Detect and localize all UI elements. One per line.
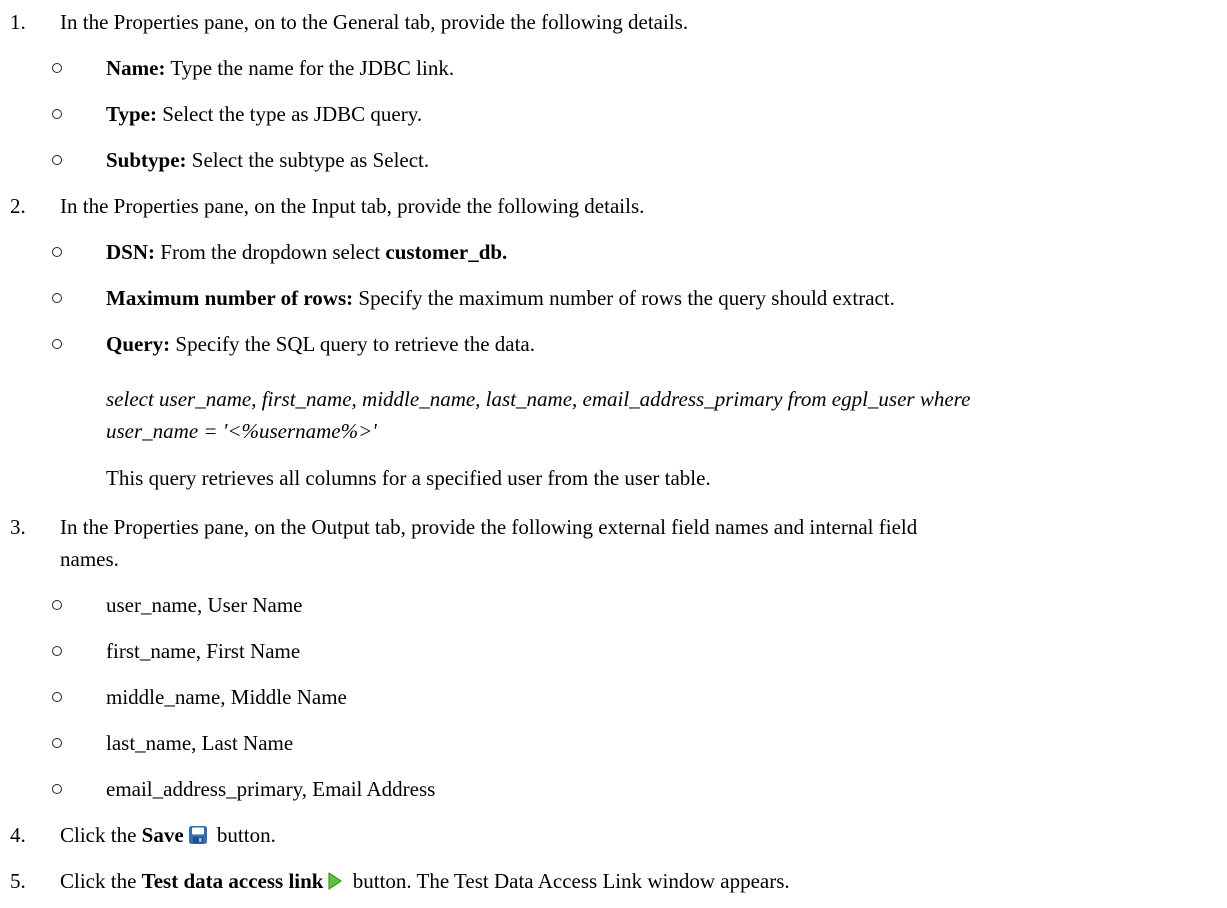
bullet-icon bbox=[52, 63, 62, 73]
button-name: Test data access link bbox=[141, 869, 324, 893]
bullet-icon bbox=[52, 784, 62, 794]
query-line-1: select user_name, first_name, middle_nam… bbox=[106, 386, 1221, 412]
bullet-icon bbox=[52, 692, 62, 702]
step-text: In the Properties pane, on the Input tab… bbox=[60, 194, 645, 218]
field-label: Type: bbox=[106, 102, 157, 126]
step-3-continuation: names. bbox=[60, 546, 1160, 572]
step-number: 2. bbox=[10, 194, 26, 218]
step-text: Click the bbox=[60, 869, 142, 893]
step-text: Click the bbox=[60, 823, 142, 847]
bullet-icon bbox=[52, 646, 62, 656]
bullet-icon bbox=[52, 109, 62, 119]
step-number: 3. bbox=[10, 515, 26, 539]
field-value: customer_db. bbox=[385, 240, 508, 264]
field-description: Type the name for the JDBC link. bbox=[165, 56, 455, 80]
field-description: Select the type as JDBC query. bbox=[156, 102, 423, 126]
bullet-icon bbox=[52, 247, 62, 257]
step-text: In the Properties pane, on to the Genera… bbox=[60, 10, 689, 34]
query-line-2: user_name = '<%username%>' bbox=[106, 418, 1206, 444]
query-text: user_name = '<%username%>' bbox=[106, 419, 377, 443]
field-label: DSN: bbox=[106, 240, 156, 264]
field-description: Specify the maximum number of rows the q… bbox=[353, 286, 895, 310]
step-text: names. bbox=[60, 547, 119, 571]
query-text: select user_name, first_name, middle_nam… bbox=[106, 387, 971, 411]
save-icon bbox=[188, 825, 208, 851]
field-description: From the dropdown select bbox=[155, 240, 386, 264]
step-number: 4. bbox=[10, 823, 26, 847]
field-label: Query: bbox=[106, 332, 171, 356]
play-icon bbox=[327, 871, 343, 897]
query-note: This query retrieves all columns for a s… bbox=[106, 465, 1206, 491]
button-name: Save bbox=[141, 823, 184, 847]
field-mapping: email_address_primary, Email Address bbox=[106, 777, 436, 801]
bullet-icon bbox=[52, 600, 62, 610]
step-number: 5. bbox=[10, 869, 26, 893]
step-number: 1. bbox=[10, 10, 26, 34]
field-label: Subtype: bbox=[106, 148, 187, 172]
field-description: Select the subtype as Select. bbox=[186, 148, 430, 172]
step-text: button. The Test Data Access Link window… bbox=[347, 869, 790, 893]
bullet-icon bbox=[52, 155, 62, 165]
field-mapping: user_name, User Name bbox=[106, 593, 303, 617]
field-label: Name: bbox=[106, 56, 166, 80]
step-text: In the Properties pane, on the Output ta… bbox=[60, 515, 918, 539]
field-description: Specify the SQL query to retrieve the da… bbox=[170, 332, 536, 356]
query-note-text: This query retrieves all columns for a s… bbox=[106, 466, 711, 490]
bullet-icon bbox=[52, 339, 62, 349]
field-label: Maximum number of rows: bbox=[106, 286, 354, 310]
step-text: button. bbox=[211, 823, 276, 847]
field-mapping: middle_name, Middle Name bbox=[106, 685, 347, 709]
field-mapping: last_name, Last Name bbox=[106, 731, 294, 755]
field-mapping: first_name, First Name bbox=[106, 639, 301, 663]
bullet-icon bbox=[52, 293, 62, 303]
bullet-icon bbox=[52, 738, 62, 748]
